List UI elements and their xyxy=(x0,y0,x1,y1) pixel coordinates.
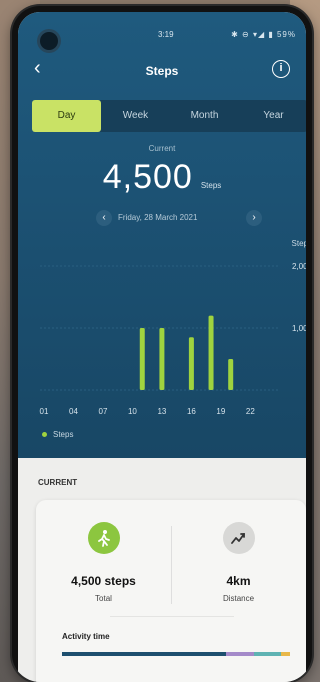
tab-year[interactable]: Year xyxy=(239,100,306,132)
chart-legend: Steps xyxy=(42,430,73,439)
steps-total: 4,500 Steps xyxy=(18,158,306,197)
chart-bar xyxy=(188,337,194,390)
activity-time-bar xyxy=(62,652,290,656)
distance-label: Distance xyxy=(222,594,255,603)
section-title-current: CURRENT xyxy=(38,478,78,487)
current-summary-card: 4,500 steps Total 4km Distance Activity … xyxy=(36,500,306,682)
y-axis-label: Steps xyxy=(292,239,306,248)
chart-bar xyxy=(139,328,145,390)
page-title: Steps xyxy=(145,64,179,78)
info-icon[interactable]: i xyxy=(272,60,290,78)
activity-segment xyxy=(280,652,290,656)
activity-segment xyxy=(253,652,281,656)
card-divider xyxy=(110,616,234,617)
activity-time-title: Activity time xyxy=(62,632,110,641)
steps-value: 4,500 xyxy=(102,158,193,196)
app-header: ‹ Steps i xyxy=(18,56,306,84)
status-time: 3:19 xyxy=(158,30,174,39)
steps-unit: Steps xyxy=(200,181,222,190)
status-icons: ✱ ⊖ ▾◢ ▮ 59% xyxy=(231,30,296,39)
x-tick-label: 19 xyxy=(216,407,225,416)
app-screen: 3:19 ✱ ⊖ ▾◢ ▮ 59% ‹ Steps i Day Week Mon… xyxy=(18,12,306,682)
total-steps-label: Total xyxy=(95,594,112,603)
activity-segment xyxy=(62,652,227,656)
distance-value: 4km xyxy=(226,574,251,588)
legend-dot xyxy=(42,432,47,438)
total-steps-stat: 4,500 steps Total xyxy=(36,522,171,603)
chevron-left-icon[interactable]: ‹ xyxy=(96,210,112,226)
chart-bar xyxy=(208,315,214,390)
legend-label: Steps xyxy=(53,430,74,439)
x-tick-label: 07 xyxy=(99,407,108,416)
walking-icon xyxy=(87,522,120,554)
y-tick-label: 2,000 xyxy=(292,262,306,271)
current-label: Current xyxy=(148,144,176,153)
tab-day[interactable]: Day xyxy=(32,100,101,132)
distance-icon xyxy=(222,522,255,554)
distance-stat: 4km Distance xyxy=(171,522,306,603)
x-tick-label: 16 xyxy=(187,407,196,416)
current-date: Friday, 28 March 2021 xyxy=(118,213,198,222)
x-tick-label: 13 xyxy=(157,407,166,416)
x-tick-label: 10 xyxy=(128,407,137,416)
y-tick-label: 1,000 xyxy=(292,324,306,333)
chevron-right-icon[interactable]: › xyxy=(246,210,262,226)
tab-month[interactable]: Month xyxy=(170,100,239,132)
chart-bar xyxy=(159,328,165,390)
activity-segment xyxy=(226,652,254,656)
chart-bar xyxy=(228,359,234,390)
phone-frame: 3:19 ✱ ⊖ ▾◢ ▮ 59% ‹ Steps i Day Week Mon… xyxy=(12,6,312,682)
total-steps-value: 4,500 steps xyxy=(71,574,136,588)
tab-week[interactable]: Week xyxy=(101,100,170,132)
x-tick-label: 22 xyxy=(246,407,255,416)
steps-chart: Steps2,0001,000001 04 07 10 13 16 19 22 xyxy=(40,239,306,416)
x-tick-label: 01 xyxy=(40,407,49,416)
x-tick-label: 04 xyxy=(69,407,78,416)
date-navigator: ‹ Friday, 28 March 2021 › xyxy=(18,210,306,226)
period-tabs: Day Week Month Year xyxy=(32,100,306,132)
status-bar: 3:19 ✱ ⊖ ▾◢ ▮ 59% xyxy=(18,30,306,44)
